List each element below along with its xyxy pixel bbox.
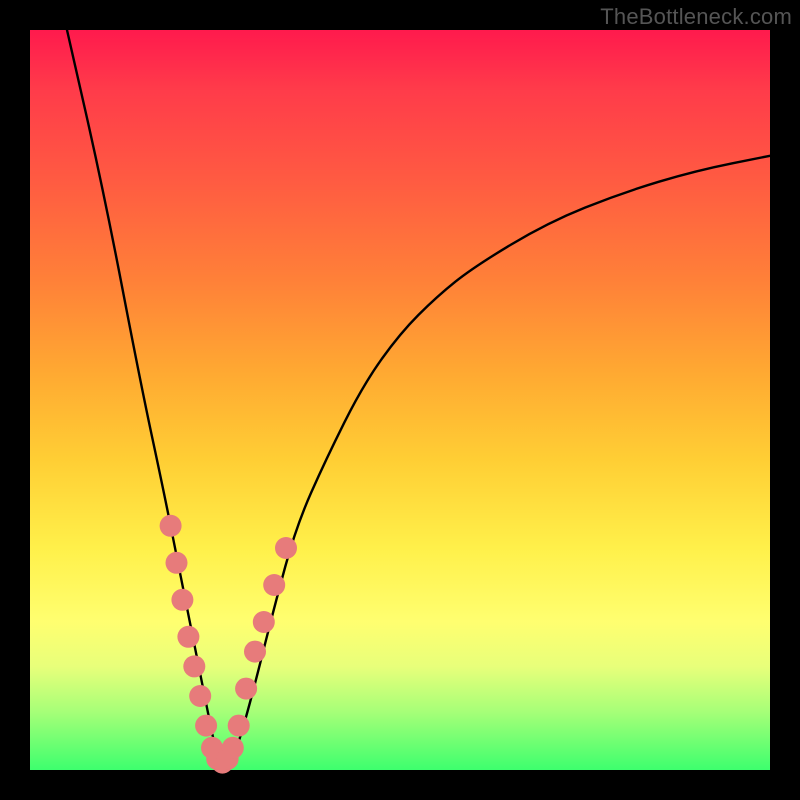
marker-dot <box>235 678 257 700</box>
watermark-text: TheBottleneck.com <box>600 4 792 30</box>
marker-dot <box>177 626 199 648</box>
chart-frame: TheBottleneck.com <box>0 0 800 800</box>
marker-dot <box>263 574 285 596</box>
marker-dot <box>189 685 211 707</box>
marker-dot <box>222 737 244 759</box>
plot-area <box>30 30 770 770</box>
marker-dot <box>195 715 217 737</box>
marker-dot <box>171 589 193 611</box>
marker-dot <box>253 611 275 633</box>
curve-svg <box>30 30 770 770</box>
marker-dot <box>228 715 250 737</box>
marker-group <box>160 515 297 774</box>
marker-dot <box>166 552 188 574</box>
marker-dot <box>244 641 266 663</box>
marker-dot <box>160 515 182 537</box>
marker-dot <box>275 537 297 559</box>
marker-dot <box>183 655 205 677</box>
bottleneck-curve <box>67 30 770 763</box>
